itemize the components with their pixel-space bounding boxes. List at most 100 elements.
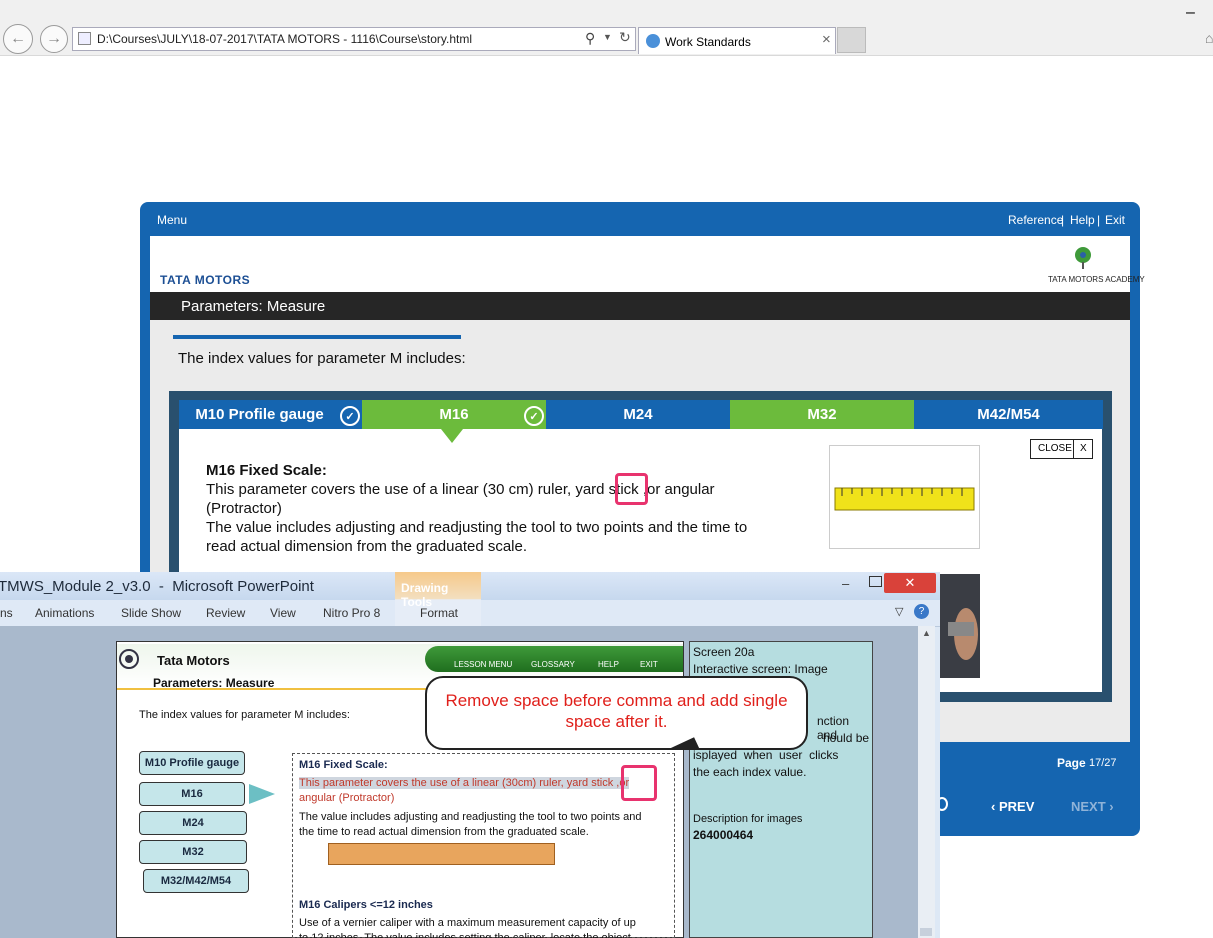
slide-red-line-1: This parameter covers the use of a linea… (299, 777, 630, 789)
slide-brand: Tata Motors (157, 653, 230, 668)
slide-nav-exit[interactable]: EXIT (640, 660, 658, 669)
close-button[interactable]: CLOSE X (1030, 439, 1093, 459)
check-icon: ✓ (340, 406, 360, 426)
ribbon-tab-format[interactable]: Format (420, 606, 458, 620)
scroll-thumb[interactable] (920, 928, 932, 936)
check-icon: ✓ (524, 406, 544, 426)
caliper-photo (938, 574, 980, 678)
next-button[interactable]: NEXT › (1071, 799, 1114, 814)
slide-body-3: Use of a vernier caliper with a maximum … (299, 917, 636, 929)
tab-m10-label: M10 Profile gauge (195, 406, 324, 423)
chevron-right-icon: › (1109, 799, 1114, 814)
forward-button[interactable]: → (40, 25, 68, 53)
slide-title: Parameters: Measure (181, 298, 326, 315)
slide-btn-m32[interactable]: M32 (139, 840, 247, 864)
ribbon-tab-animations[interactable]: Animations (35, 606, 94, 620)
tab-m10[interactable]: M10 Profile gauge ✓ (179, 400, 362, 429)
m16-line-3: The value includes adjusting and readjus… (206, 519, 748, 536)
chevron-left-icon: ‹ (991, 799, 996, 814)
maximize-icon[interactable] (869, 576, 882, 587)
ribbon-tab-nitro[interactable]: Nitro Pro 8 (323, 606, 380, 620)
reference-link[interactable]: Reference (1008, 213, 1063, 227)
tata-motors-logo: TATA MOTORS (160, 273, 251, 287)
slide-body-1: The value includes adjusting and readjus… (299, 811, 642, 823)
academy-tree-icon (1072, 246, 1094, 270)
dropdown-icon[interactable]: ▼ (603, 32, 612, 42)
tab-m42-m54[interactable]: M42/M54 (914, 400, 1103, 429)
slide-calipers-heading: M16 Calipers <=12 inches (299, 899, 433, 911)
slide-nav-glossary[interactable]: GLOSSARY (531, 660, 575, 669)
tab-m24[interactable]: M24 (546, 400, 730, 429)
search-icon[interactable]: ⚲ (585, 30, 595, 47)
nav-separator: | (1061, 213, 1065, 227)
slide-btn-m10[interactable]: M10 Profile gauge (139, 751, 245, 775)
refresh-icon[interactable]: ↻ (619, 29, 631, 46)
address-bar[interactable]: D:\Courses\JULY\18-07-2017\TATA MOTORS -… (72, 27, 636, 51)
forward-arrow-icon: → (46, 30, 62, 47)
tab-m32-label: M32 (807, 406, 837, 423)
help-icon[interactable]: ? (914, 604, 929, 619)
menu-link[interactable]: Menu (157, 213, 187, 227)
page-indicator: Page 17/27 (1049, 743, 1129, 783)
slide-subtitle: Parameters: Measure (153, 676, 275, 690)
academy-label: TATA MOTORS ACADEMY (1048, 275, 1145, 284)
vertical-scrollbar[interactable]: ▲ (918, 626, 935, 938)
back-arrow-icon: ← (10, 30, 26, 47)
tab-close-icon[interactable]: × (822, 31, 831, 48)
minimize-icon[interactable]: – (842, 576, 849, 591)
notes-line-6: the each index value. (693, 765, 807, 779)
new-tab-button[interactable] (837, 27, 866, 53)
tab-title: Work Standards (665, 35, 751, 49)
notes-line-8: 264000464 (693, 828, 754, 842)
active-arrow-icon (249, 784, 275, 804)
tab-m16[interactable]: M16 ✓ (362, 400, 546, 429)
help-link[interactable]: Help (1070, 213, 1095, 227)
ribbon-tab-slide-show[interactable]: Slide Show (121, 606, 181, 620)
prev-button[interactable]: ‹ PREV (991, 799, 1034, 814)
slide-nav-help[interactable]: HELP (598, 660, 619, 669)
slide-ruler-image (328, 843, 555, 865)
notes-line-4: hould be (823, 731, 870, 745)
page-label: Page (1057, 756, 1086, 770)
highlight-box (615, 473, 648, 505)
tab-m24-label: M24 (623, 406, 653, 423)
page-icon (78, 32, 91, 45)
ppt-title: TMWS_Module 2_v3.0 - Microsoft PowerPoin… (0, 578, 314, 595)
exit-link[interactable]: Exit (1105, 213, 1125, 227)
slide-red-line-2: angular (Protractor) (299, 792, 395, 804)
prev-label: PREV (998, 799, 1035, 814)
intro-text: The index values for parameter M include… (178, 350, 466, 367)
slide-title-bar: Parameters: Measure (150, 292, 1130, 320)
tab-m32[interactable]: M32 (730, 400, 914, 429)
brand-strip (150, 236, 1130, 292)
tab-m16-label: M16 (439, 406, 469, 423)
ribbon-tab-view[interactable]: View (270, 606, 296, 620)
minimize-icon[interactable]: – (1186, 4, 1195, 22)
ribbon-tab-partial[interactable]: ns (0, 606, 13, 620)
slide-btn-m24[interactable]: M24 (139, 811, 247, 835)
back-button[interactable]: ← (3, 24, 33, 54)
home-icon[interactable]: ⌂ (1205, 30, 1213, 46)
slide-btn-m42[interactable]: M32/M42/M54 (143, 869, 249, 893)
close-window-button[interactable]: ✕ (884, 573, 936, 593)
next-label: NEXT (1071, 799, 1106, 814)
ribbon-tab-review[interactable]: Review (206, 606, 245, 620)
page-value: 17/27 (1089, 757, 1117, 769)
tab-m42-label: M42/M54 (977, 406, 1040, 423)
close-divider (1073, 440, 1074, 458)
nav-separator: | (1097, 213, 1101, 227)
browser-tab[interactable]: Work Standards × (638, 27, 836, 54)
slide-intro: The index values for parameter M include… (139, 709, 350, 721)
scroll-up-icon[interactable]: ▲ (922, 628, 931, 638)
notes-line-2: Interactive screen: Image (693, 662, 828, 676)
notes-line-1: Screen 20a (693, 645, 755, 659)
notes-line-5: isplayed when user clicks (693, 748, 839, 762)
m16-line-4: read actual dimension from the graduated… (206, 538, 528, 555)
slide-highlight-box (621, 765, 657, 801)
collapse-ribbon-icon[interactable]: ▽ (895, 605, 903, 618)
title-underline (173, 335, 461, 339)
ruler-image (829, 445, 980, 549)
slide-btn-m16[interactable]: M16 (139, 782, 245, 806)
ie-icon (646, 34, 660, 48)
slide-nav-lesson[interactable]: LESSON MENU (454, 660, 512, 669)
